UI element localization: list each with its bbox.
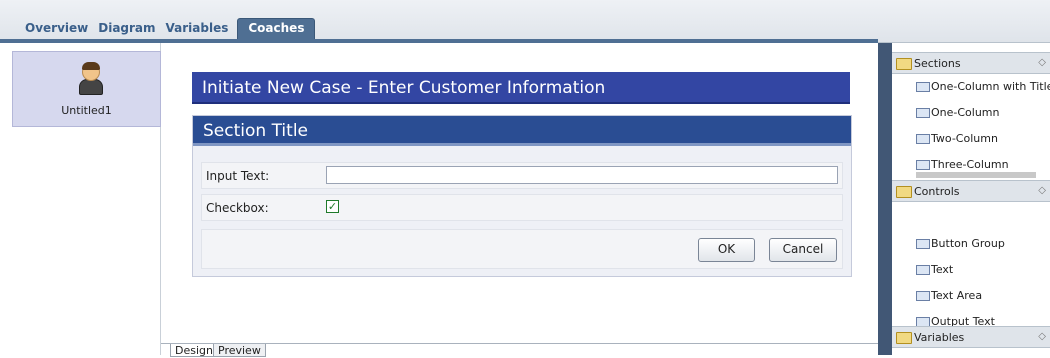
user-icon <box>79 62 103 95</box>
group-label: Sections <box>914 57 961 70</box>
coach-name: Untitled1 <box>61 104 112 117</box>
palette-divider[interactable] <box>878 43 892 355</box>
coach-list-item[interactable]: Untitled1 <box>12 51 161 127</box>
tab-preview[interactable]: Preview <box>213 344 266 357</box>
folder-icon <box>896 186 912 198</box>
button-group-icon <box>916 239 930 249</box>
group-label: Controls <box>914 185 960 198</box>
collapse-icon[interactable]: ◇ <box>1038 185 1046 196</box>
layout-icon <box>916 108 930 118</box>
button-row: OK Cancel <box>201 229 843 269</box>
palette-panel: Sections ◇ One-Column with Title One-Col… <box>892 50 1050 355</box>
collapse-icon[interactable]: ◇ <box>1038 57 1046 68</box>
palette-group-controls[interactable]: Controls ◇ <box>892 180 1050 202</box>
editor-tabs: Overview Diagram Variables Coaches <box>20 18 316 39</box>
tab-design[interactable]: Design <box>170 344 218 357</box>
folder-icon <box>896 58 912 70</box>
coach-section[interactable]: Section Title Input Text: Checkbox: ✓ OK… <box>192 115 852 277</box>
input-text-label: Input Text: <box>206 169 270 183</box>
checkbox-row: Checkbox: ✓ <box>201 194 843 221</box>
layout-icon <box>916 82 930 92</box>
checkbox-label: Checkbox: <box>206 201 269 215</box>
text-field-icon <box>916 265 930 275</box>
palette-group-variables[interactable]: Variables ◇ <box>892 326 1050 348</box>
editor-tab-bar: Overview Diagram Variables Coaches <box>0 0 1050 43</box>
palette-item-button-group[interactable]: Button Group <box>916 234 1050 256</box>
tab-variables[interactable]: Variables <box>161 19 234 39</box>
layout-icon <box>916 134 930 144</box>
tab-overview[interactable]: Overview <box>20 19 93 39</box>
folder-icon <box>896 332 912 344</box>
view-tabs: Design Preview <box>161 343 878 357</box>
palette-item-text[interactable]: Text <box>916 260 1050 282</box>
palette-group-sections[interactable]: Sections ◇ <box>892 52 1050 74</box>
input-text-row: Input Text: <box>201 162 843 189</box>
tab-coaches[interactable]: Coaches <box>237 18 316 39</box>
ok-button[interactable]: OK <box>698 238 755 262</box>
collapse-icon[interactable]: ◇ <box>1038 331 1046 342</box>
coach-title-bar[interactable]: Initiate New Case - Enter Customer Infor… <box>192 72 850 104</box>
tab-diagram[interactable]: Diagram <box>93 19 160 39</box>
palette-item-text-area[interactable]: Text Area <box>916 286 1050 308</box>
text-area-icon <box>916 291 930 301</box>
cancel-button[interactable]: Cancel <box>769 238 837 262</box>
group-label: Variables <box>914 331 965 344</box>
layout-icon <box>916 160 930 170</box>
palette-item-one-column[interactable]: One-Column <box>916 103 1050 125</box>
palette-item-two-column[interactable]: Two-Column <box>916 129 1050 151</box>
checkbox-control[interactable]: ✓ <box>326 200 339 213</box>
coaches-list-panel: Untitled1 <box>0 43 161 355</box>
palette-item-one-column-title[interactable]: One-Column with Title <box>916 77 1050 99</box>
input-text-field[interactable] <box>326 166 838 184</box>
section-title[interactable]: Section Title <box>193 116 851 146</box>
sections-scroll-indicator[interactable] <box>916 172 1036 178</box>
